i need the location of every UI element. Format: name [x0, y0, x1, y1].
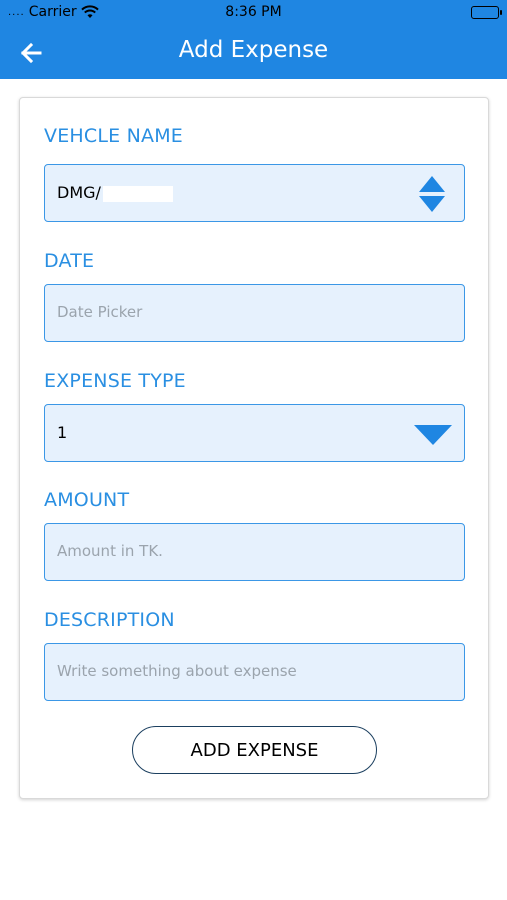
expense-form-card: VEHCLE NAME DMG/ DATE Date Picker EXPENS… [19, 97, 489, 799]
date-label: DATE [44, 250, 95, 272]
date-placeholder: Date Picker [57, 303, 143, 321]
vehicle-name-value: DMG/ [57, 183, 173, 202]
expense-type-label: EXPENSE TYPE [44, 370, 186, 392]
description-label: DESCRIPTION [44, 609, 175, 631]
expense-type-dropdown[interactable]: 1 [44, 404, 465, 462]
redacted-block [102, 185, 173, 202]
up-down-arrows-icon [419, 176, 445, 212]
status-time: 8:36 PM [225, 4, 282, 20]
amount-input[interactable]: Amount in TK. [44, 523, 465, 581]
navigation-bar: Add Expense [0, 26, 507, 79]
battery-icon [471, 6, 502, 19]
expense-type-value: 1 [57, 423, 68, 442]
vehicle-name-label: VEHCLE NAME [44, 125, 183, 147]
date-picker-field[interactable]: Date Picker [44, 284, 465, 342]
amount-placeholder: Amount in TK. [57, 542, 163, 560]
status-bar: .... Carrier 8:36 PM [0, 0, 507, 26]
vehicle-name-text: DMG/ [57, 183, 101, 202]
description-placeholder: Write something about expense [57, 662, 297, 680]
vehicle-name-select[interactable]: DMG/ [44, 164, 465, 222]
page-title: Add Expense [178, 37, 329, 63]
add-expense-button[interactable]: ADD EXPENSE [132, 726, 377, 774]
amount-label: AMOUNT [44, 489, 130, 511]
description-input[interactable]: Write something about expense [44, 643, 465, 701]
triangle-down-icon [414, 425, 452, 445]
